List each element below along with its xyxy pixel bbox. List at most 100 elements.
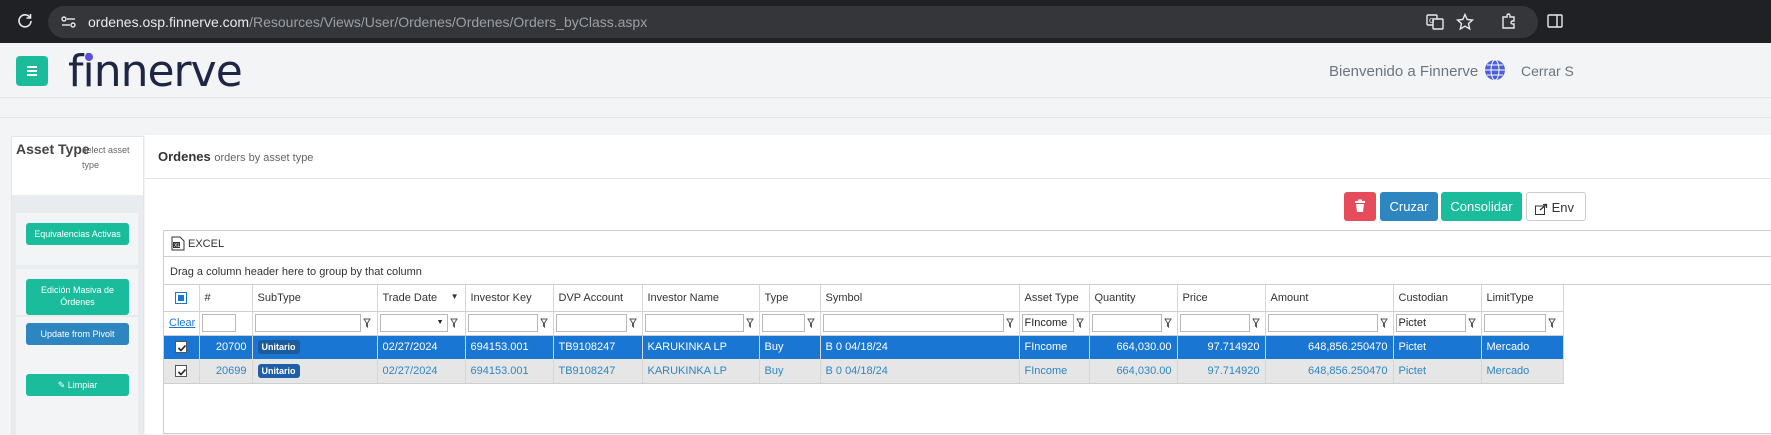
column-header[interactable]: SubType [252,285,378,312]
filter-icon[interactable] [362,318,371,328]
reload-icon[interactable] [16,12,34,30]
filter-icon[interactable] [1005,318,1014,328]
filter-custodian-input[interactable]: Pictet [1395,314,1466,332]
menu-toggle-button[interactable] [16,56,48,86]
svg-text:XLS: XLS [174,243,183,249]
filter-input[interactable] [1267,314,1378,332]
filter-input[interactable] [761,314,805,332]
finnerve-logo[interactable]: finnerve [68,46,243,97]
address-bar[interactable]: ordenes.osp.finnerve.com/Resources/Views… [48,6,1538,38]
column-header[interactable]: Investor Name [642,285,760,312]
welcome-text: Bienvenido a Finnerve [1329,63,1479,80]
limpiar-label: Limpiar [67,380,98,390]
bookmark-star-icon[interactable] [1456,13,1474,31]
filter-input[interactable] [1483,314,1546,332]
cell-symbol: B 0 04/18/24 [820,335,1020,359]
enviar-button[interactable]: Env [1526,192,1586,221]
filter-input[interactable] [254,314,361,332]
cell-quantity: 664,030.00 [1089,359,1178,384]
filter-icon[interactable] [1075,318,1084,328]
filter-date-select[interactable]: ▼ [379,314,448,332]
dropdown-arrow-icon: ▼ [436,319,444,326]
consolidar-button[interactable]: Consolidar [1441,192,1522,221]
column-header[interactable]: Investor Key [465,285,554,312]
equivalencias-activas-button[interactable]: Equivalencias Activas [26,223,129,245]
limpiar-button[interactable]: ✎ Limpiar [26,374,129,396]
side-panel-icon[interactable] [1546,12,1564,30]
update-from-pivolt-button[interactable]: Update from Pivolt [26,323,129,345]
cell-trade-date: 02/27/2024 [377,335,466,359]
translate-icon[interactable]: G [1426,13,1444,31]
filter-icon[interactable] [745,318,754,328]
extensions-icon[interactable] [1500,12,1518,30]
asset-type-panel: Asset Type select asset type Equivalenci… [11,136,144,435]
filter-input[interactable] [822,314,1004,332]
filter-icon[interactable] [539,318,548,328]
column-header[interactable]: Asset Type [1019,285,1090,312]
edicion-masiva-button[interactable]: Edición Masiva de Órdenes [26,279,129,315]
row-checkbox[interactable] [175,364,187,377]
filter-icon[interactable] [1467,318,1476,328]
trash-icon [1355,199,1365,212]
filter-icon[interactable] [1251,318,1260,328]
cell-id: 20700 [199,335,253,359]
filter-asset-type-input[interactable]: FIncome [1021,314,1074,332]
group-panel[interactable]: Drag a column header here to group by th… [164,258,1771,285]
column-header[interactable]: Trade Date ▼ [377,285,466,312]
column-header[interactable]: Custodian [1393,285,1482,312]
table-row[interactable]: 20699 Unitario 02/27/2024 694153.001 TB9… [164,359,1564,384]
cell-investor-key: 694153.001 [465,359,554,384]
column-header[interactable]: DVP Account [553,285,643,312]
cell-investor-name: KARUKINKA LP [642,359,760,384]
filter-input[interactable] [1091,314,1162,332]
cruzar-button[interactable]: Cruzar [1380,192,1438,221]
browser-toolbar: ordenes.osp.finnerve.com/Resources/Views… [0,0,1771,43]
app-header: finnerve Bienvenido a Finnerve Cerrar S [0,43,1771,98]
filter-input[interactable] [1179,314,1250,332]
logout-link[interactable]: Cerrar S [1521,63,1574,79]
site-settings-icon[interactable] [60,14,78,30]
filter-input[interactable] [467,314,538,332]
filter-icon[interactable] [1379,318,1388,328]
filter-icon[interactable] [1547,318,1556,328]
clear-filters-link[interactable]: Clear [169,317,195,329]
column-header[interactable]: Amount [1265,285,1394,312]
filter-input[interactable] [644,314,744,332]
title-sub: orders by asset type [214,152,314,164]
divider [145,178,1771,179]
url-host: ordenes.osp.finnerve.com [88,14,250,30]
grid-toolbar: XLS EXCEL [164,231,1771,257]
column-header[interactable]: Quantity [1089,285,1178,312]
card-limpiar: ✎ Limpiar [16,369,138,435]
url-text: ordenes.osp.finnerve.com/Resources/Views… [88,14,647,30]
cell-amount: 648,856.250470 [1265,359,1394,384]
excel-icon[interactable]: XLS [171,236,185,251]
card-update: Update from Pivolt [16,317,138,373]
filter-input[interactable] [201,314,236,332]
brush-icon: ✎ [57,380,68,390]
filter-icon[interactable] [449,318,458,328]
filter-icon[interactable] [806,318,815,328]
column-header[interactable]: Symbol [820,285,1020,312]
delete-button[interactable] [1344,192,1376,221]
excel-export-button[interactable]: EXCEL [188,238,224,250]
url-path: /Resources/Views/User/Ordenes/Ordenes/Or… [249,14,648,30]
filter-row: Clear ▼ FIncome Pictet [164,311,1564,336]
globe-icon[interactable] [1484,59,1506,81]
select-all-checkbox[interactable] [164,285,200,312]
filter-icon[interactable] [628,318,637,328]
column-header[interactable]: Price [1177,285,1266,312]
column-header[interactable]: Type [759,285,821,312]
column-header[interactable]: # [199,285,253,312]
filter-icon[interactable] [1163,318,1172,328]
cell-quantity: 664,030.00 [1089,335,1178,359]
table-row[interactable]: 20700 Unitario 02/27/2024 694153.001 TB9… [164,335,1564,359]
filter-input[interactable] [555,314,627,332]
column-header[interactable]: LimitType [1481,285,1564,312]
row-checkbox[interactable] [175,341,187,354]
data-table: # SubType Trade Date ▼ Investor Key DVP A… [164,285,1564,384]
subtype-badge: Unitario [257,340,300,355]
cell-id: 20699 [199,359,253,384]
cell-dvp-account: TB9108247 [553,335,643,359]
cell-symbol: B 0 04/18/24 [820,359,1020,384]
